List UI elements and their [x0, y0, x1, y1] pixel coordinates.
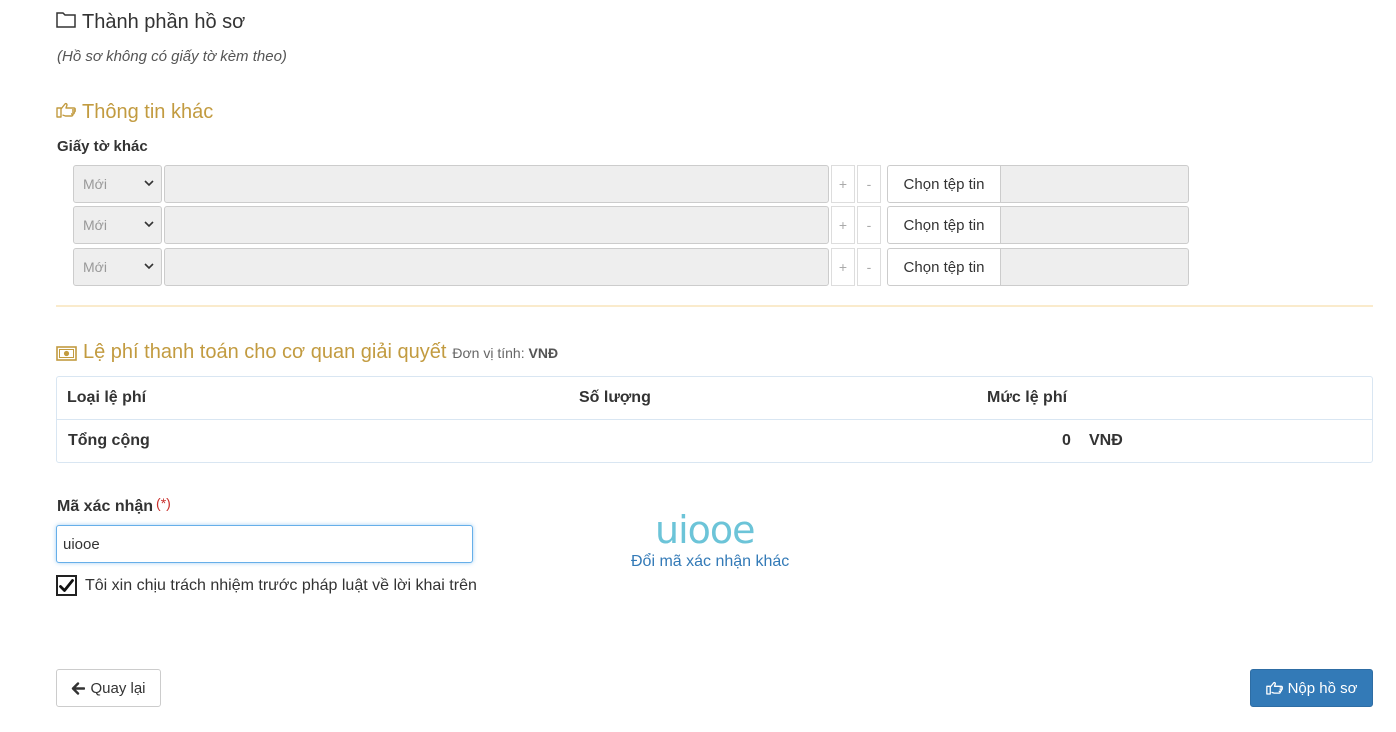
choose-file-button[interactable]: Chọn tệp tin [887, 248, 1001, 286]
total-label: Tổng cộng [68, 432, 150, 449]
agreement-row: Tôi xin chịu trách nhiệm trước pháp luật… [56, 575, 477, 596]
captcha-image: uiooe [655, 508, 756, 552]
captcha-label: Mã xác nhận [57, 498, 154, 515]
table-row: Tổng cộng 0 VNĐ [57, 420, 1372, 463]
folder-icon [56, 10, 76, 34]
doc-type-value: Mới [83, 217, 107, 233]
choose-file-button[interactable]: Chọn tệp tin [887, 165, 1001, 203]
section-thong-tin-khac-label: Thông tin khác [82, 101, 214, 123]
section-le-phi-label: Lệ phí thanh toán cho cơ quan giải quyết [83, 341, 447, 363]
refresh-captcha-link[interactable]: Đổi mã xác nhận khác [631, 553, 789, 571]
file-name-field [1000, 248, 1189, 286]
captcha-label-group: Mã xác nhận (*) [57, 495, 171, 516]
arrow-left-icon [72, 681, 86, 695]
submit-button-label: Nộp hồ sơ [1287, 679, 1358, 697]
doc-row: Mới + - Chọn tệp tin [73, 165, 1189, 203]
unit-note: Đơn vị tính: VNĐ [452, 345, 558, 361]
chevron-down-icon [144, 263, 154, 270]
file-name-field [1000, 165, 1189, 203]
section-ho-so-title: Thành phần hồ sơ [56, 10, 245, 34]
section-divider [56, 305, 1373, 307]
doc-type-select[interactable]: Mới [73, 206, 162, 244]
money-icon [56, 346, 77, 365]
doc-name-input[interactable] [164, 165, 829, 203]
section-thong-tin-khac-title: Thông tin khác [56, 101, 213, 124]
doc-type-select[interactable]: Mới [73, 248, 162, 286]
add-row-button[interactable]: + [831, 165, 855, 203]
total-value: 0 [1062, 432, 1071, 449]
table-header-row: Loại lệ phí Số lượng Mức lệ phí [57, 377, 1372, 420]
submit-button[interactable]: Nộp hồ sơ [1250, 669, 1373, 707]
unit-value: VNĐ [528, 345, 559, 361]
remove-row-button[interactable]: - [857, 248, 881, 286]
doc-row: Mới + - Chọn tệp tin [73, 248, 1189, 286]
section-le-phi-title: Lệ phí thanh toán cho cơ quan giải quyết… [56, 341, 558, 364]
agreement-text: Tôi xin chịu trách nhiệm trước pháp luật… [85, 576, 477, 594]
doc-name-input[interactable] [164, 248, 829, 286]
ho-so-empty-note: (Hồ sơ không có giấy tờ kèm theo) [57, 48, 287, 65]
remove-row-button[interactable]: - [857, 165, 881, 203]
col-loai-le-phi: Loại lệ phí [67, 389, 147, 406]
file-name-field [1000, 206, 1189, 244]
doc-type-value: Mới [83, 176, 107, 192]
captcha-input[interactable] [56, 525, 473, 563]
chevron-down-icon [144, 180, 154, 187]
col-so-luong: Số lượng [579, 389, 651, 406]
check-icon [59, 578, 74, 592]
section-ho-so-label: Thành phần hồ sơ [82, 10, 246, 33]
add-row-button[interactable]: + [831, 206, 855, 244]
required-mark: (*) [156, 495, 171, 511]
chevron-down-icon [144, 221, 154, 228]
giay-to-khac-label: Giấy tờ khác [57, 138, 148, 155]
doc-type-select[interactable]: Mới [73, 165, 162, 203]
col-muc-le-phi: Mức lệ phí [987, 389, 1068, 406]
back-button-label: Quay lại [90, 679, 146, 697]
unit-label: Đơn vị tính: [452, 345, 525, 361]
fee-table: Loại lệ phí Số lượng Mức lệ phí Tổng cộn… [56, 376, 1373, 463]
agreement-checkbox[interactable] [56, 575, 77, 596]
remove-row-button[interactable]: - [857, 206, 881, 244]
doc-type-value: Mới [83, 259, 107, 275]
hand-point-right-icon [56, 101, 76, 124]
add-row-button[interactable]: + [831, 248, 855, 286]
hand-point-right-icon [1265, 681, 1283, 695]
back-button[interactable]: Quay lại [56, 669, 161, 707]
doc-row: Mới + - Chọn tệp tin [73, 206, 1189, 244]
total-currency: VNĐ [1089, 432, 1123, 449]
choose-file-button[interactable]: Chọn tệp tin [887, 206, 1001, 244]
doc-name-input[interactable] [164, 206, 829, 244]
